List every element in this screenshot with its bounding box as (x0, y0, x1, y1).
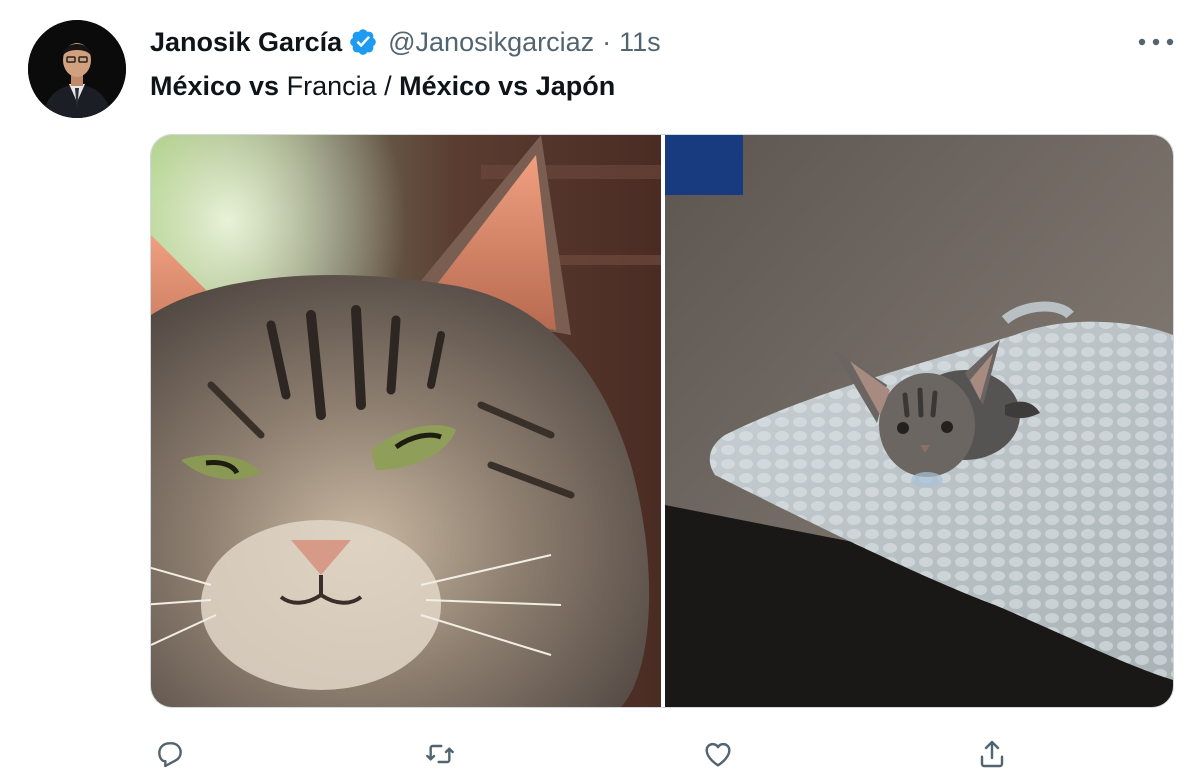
tweet-card: Janosik García @Janosikgarciaz · 11s Méx… (0, 0, 1200, 774)
author-handle[interactable]: @Janosikgarciaz (388, 27, 594, 58)
photo-adult-cat[interactable] (151, 135, 661, 707)
more-options-button[interactable] (1128, 28, 1184, 56)
tabby-kitten-on-blanket-photo-icon (665, 135, 1173, 707)
timestamp[interactable]: 11s (619, 27, 661, 58)
display-name[interactable]: Janosik García (150, 27, 342, 58)
tweet-text: México vs Francia / México vs Japón (150, 66, 615, 106)
share-icon (980, 740, 1004, 768)
tweet-text-part-2: Francia / (279, 71, 400, 101)
retweet-icon (426, 744, 454, 764)
share-button[interactable] (972, 734, 1012, 774)
tweet-header: Janosik García @Janosikgarciaz · 11s (150, 22, 661, 62)
heart-icon (705, 742, 731, 767)
adult-tabby-cat-photo-icon (151, 135, 661, 707)
tweet-media (150, 134, 1174, 708)
reply-button[interactable] (150, 734, 190, 774)
more-dots-icon (1138, 38, 1174, 46)
tweet-text-part-1: México vs (150, 71, 280, 101)
retweet-button[interactable] (420, 734, 460, 774)
separator-dot: · (602, 26, 612, 57)
photo-kitten[interactable] (665, 135, 1173, 707)
reply-icon (158, 742, 182, 768)
verified-badge-icon (348, 27, 378, 57)
avatar[interactable] (28, 20, 126, 118)
like-button[interactable] (698, 734, 738, 774)
tweet-text-part-3: México vs Japón (399, 71, 616, 101)
tweet-actions (150, 732, 1172, 774)
